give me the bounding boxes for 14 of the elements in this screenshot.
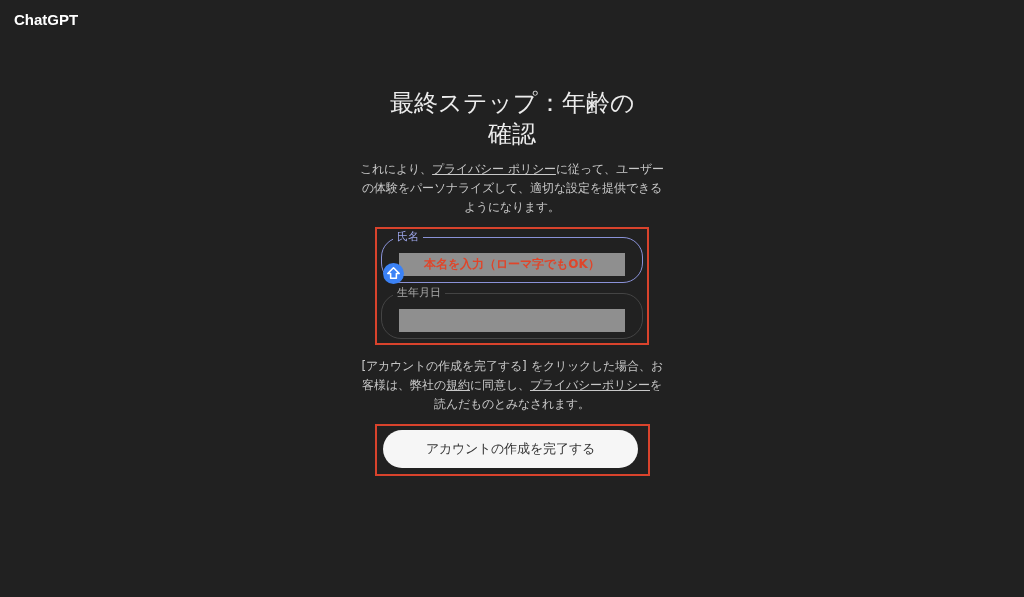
page-title: 最終ステップ：年齢の確認 [388, 88, 636, 150]
terms-link[interactable]: 規約 [446, 378, 470, 392]
terms-link[interactable]: プライバシーポリシー [530, 378, 650, 392]
logo-text: ChatGPT [14, 11, 79, 28]
annotation-text: 本名を入力（ローマ字でもOK） [424, 256, 600, 273]
intro-text: これにより、プライバシー ポリシーに従って、ユーザーの体験をパーソナライズして、適切な設定を提供できるようになります。 [359, 161, 665, 216]
field-label: 氏名 [393, 229, 423, 245]
privacy-link[interactable]: プライバシー ポリシー [432, 162, 556, 176]
keyboard-badge-icon[interactable] [383, 263, 404, 284]
input-field[interactable]: 氏名 本名を入力（ローマ字でもOK） [381, 229, 643, 283]
input-field[interactable]: 生年月日 [381, 285, 643, 339]
terms-text: [アカウントの作成を完了する] をクリックした場合、お客様は、弊社の規約に同意し、プライバシーポリシーを読んだものとみなされます。 [360, 358, 664, 413]
field-label: 生年月日 [393, 285, 445, 301]
submit-button[interactable]: アカウントの作成を完了する [382, 430, 638, 468]
